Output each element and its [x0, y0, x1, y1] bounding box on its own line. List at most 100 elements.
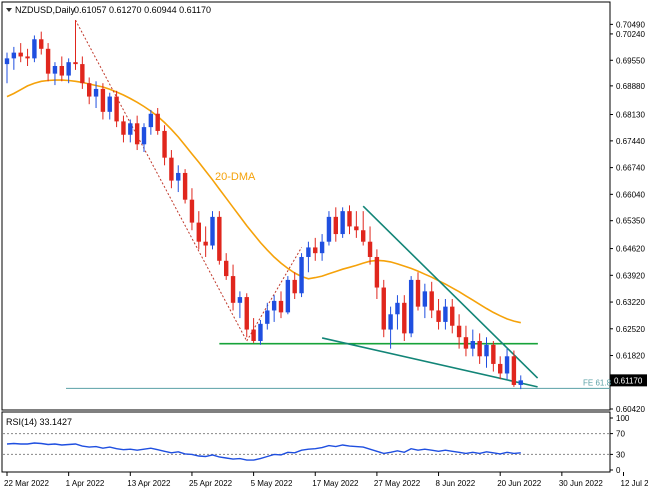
candle-body — [511, 356, 517, 385]
candle-body — [251, 329, 256, 342]
price-axis-label: 0.68130 — [616, 111, 645, 120]
candle-body — [313, 247, 318, 254]
price-axis-label: 0.61820 — [616, 352, 645, 361]
candle-body — [450, 306, 455, 326]
price-axis-label: 0.63920 — [616, 271, 645, 280]
price-axis-label: 0.64620 — [616, 245, 645, 254]
candle-body — [491, 344, 496, 364]
date-axis-label: 27 May 2022 — [374, 479, 421, 488]
candle-body — [100, 88, 106, 112]
candle-body — [408, 279, 414, 334]
candle-body — [347, 211, 352, 227]
price-axis-label: 0.69550 — [616, 56, 645, 65]
candle-body — [121, 121, 126, 135]
candle-body — [189, 199, 195, 223]
candle — [408, 276, 414, 338]
candle-body — [107, 96, 112, 112]
candle-body — [210, 216, 215, 246]
candle-body — [484, 344, 489, 357]
candle-body — [66, 62, 71, 76]
candle — [182, 169, 188, 204]
date-axis-label: 12 Jul 2022 — [621, 479, 648, 488]
date-axis-label: 13 Apr 2022 — [127, 479, 171, 488]
candle-body — [402, 302, 407, 334]
candle-body — [141, 127, 147, 145]
candle-body — [4, 58, 10, 65]
price-panel-frame — [1, 1, 611, 411]
candle-body — [319, 241, 325, 254]
candle — [299, 253, 304, 298]
current-price-tag: 0.61170 — [610, 374, 647, 387]
candle-body — [477, 341, 482, 357]
candle-body — [87, 83, 92, 97]
candle-body — [436, 310, 441, 322]
price-axis: 0.704900.70240 0.69550 0.68880 0.68130 0.674… — [610, 20, 645, 414]
candle-body — [59, 66, 64, 76]
price-axis-label: 0.70490 — [616, 20, 645, 29]
candle-body — [169, 157, 174, 181]
price-axis-label: 0.68880 — [616, 82, 645, 91]
candle-body — [326, 216, 332, 242]
candle-body — [128, 123, 133, 135]
candle-body — [52, 66, 58, 74]
rsi-axis-label: 0 — [616, 466, 621, 475]
rsi-title: RSI(14) 33.1427 — [6, 417, 72, 427]
dma-label: 20-DMA — [215, 171, 256, 183]
candle-body — [381, 287, 386, 330]
candle-body — [429, 291, 434, 311]
candle-body — [518, 380, 523, 385]
candle-body — [265, 310, 270, 324]
candle-body — [11, 52, 17, 59]
price-axis-label: 0.70240 — [616, 30, 645, 39]
date-axis-label: 20 Jun 2022 — [497, 479, 542, 488]
candle — [285, 276, 291, 315]
candle-body — [203, 241, 208, 246]
candle-body — [148, 113, 154, 128]
candle-body — [230, 276, 236, 303]
price-axis-label: 0.63220 — [616, 298, 645, 307]
candle-body — [463, 337, 469, 349]
candle-body — [388, 314, 393, 330]
candle-body — [415, 279, 421, 307]
candle-body — [237, 297, 243, 303]
candle-body — [80, 64, 85, 84]
candle-body — [285, 279, 291, 313]
candle-body — [176, 172, 181, 181]
date-axis-label: 17 May 2022 — [312, 479, 359, 488]
candle-body — [258, 323, 263, 342]
candle-body — [456, 325, 462, 338]
candle-body — [45, 48, 51, 74]
date-axis-label: 5 May 2022 — [251, 479, 293, 488]
price-axis-label: 0.67440 — [616, 137, 645, 146]
candle-body — [244, 297, 249, 330]
candle — [217, 211, 222, 265]
candle-body — [443, 306, 448, 322]
candle-body — [354, 226, 359, 231]
chart-root: 0.704900.70240 0.69550 0.68880 0.68130 0.674… — [1, 1, 648, 488]
candle-body — [395, 302, 400, 315]
price-axis-label: 0.66740 — [616, 164, 645, 173]
candle-body — [196, 222, 201, 242]
candle-body — [224, 260, 229, 277]
candle-body — [134, 123, 140, 145]
candle-body — [299, 256, 304, 294]
rsi-axis-label: 100 — [616, 414, 630, 423]
candle-body — [25, 56, 30, 59]
candle-body — [504, 356, 510, 374]
symbol-title[interactable]: NZDUSD,Daily — [15, 5, 76, 15]
candle-body — [162, 130, 167, 158]
date-axis: 22 Mar 2022 1 Apr 2022 13 Apr 2022 25 Apr 2… — [4, 472, 648, 488]
candle-body — [217, 216, 222, 261]
fib-label: FE 61.8 — [583, 378, 612, 387]
price-panel: 0.704900.70240 0.69550 0.68880 0.68130 0.674… — [1, 1, 647, 414]
candle-body — [93, 88, 99, 97]
date-axis-label: 30 Jun 2022 — [559, 479, 604, 488]
candle — [210, 211, 215, 250]
candle-body — [470, 341, 475, 349]
date-axis-label: 1 Apr 2022 — [66, 479, 105, 488]
candle — [32, 35, 37, 63]
price-tag-text: 0.61170 — [614, 376, 643, 385]
rsi-axis: 100 70 30 0 — [610, 414, 630, 475]
candle-body — [278, 300, 284, 313]
candle-body — [292, 279, 297, 294]
